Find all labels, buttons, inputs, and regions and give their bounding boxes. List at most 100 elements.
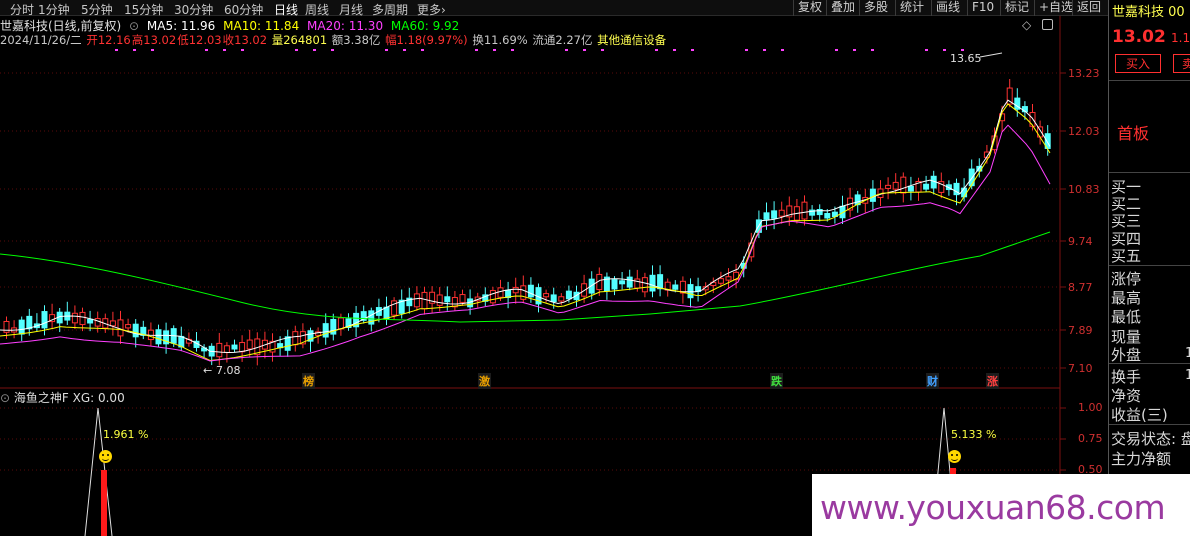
- ma10-line: [0, 103, 1051, 362]
- ma-legend: 世嘉科技(日线,前复权) ⊙ MA5: 11.96 MA10: 11.84 MA…: [0, 17, 463, 33]
- info-panel: 世嘉科技 00 13.02 1.1 买入 卖 首板 买一 买二 买三 买四 买五…: [1108, 0, 1190, 536]
- signal-dot: [961, 49, 964, 51]
- candle-body: [216, 342, 223, 358]
- candle-body: [337, 317, 344, 330]
- candle-body: [87, 318, 94, 324]
- candle-body: [231, 344, 238, 350]
- signal-dot: [673, 49, 676, 51]
- candle-body: [885, 184, 892, 189]
- candle-body: [246, 339, 253, 350]
- event-tag[interactable]: 激: [478, 373, 491, 389]
- price-tick: 12.03: [1068, 125, 1100, 138]
- board-label: 首板: [1117, 124, 1150, 143]
- buy-button[interactable]: 买入: [1115, 54, 1161, 73]
- indicator-settings-icon[interactable]: ⊙: [0, 391, 10, 405]
- candle-body: [565, 290, 572, 300]
- candle-body: [489, 290, 496, 304]
- quote-open: 开12.16: [86, 33, 131, 47]
- ma60-label: MA60: 9.92: [390, 19, 460, 33]
- quote-industry: 其他通信设备: [597, 33, 667, 47]
- candle-body: [634, 278, 641, 289]
- diamond-icon[interactable]: ◇: [1022, 18, 1031, 32]
- signal-dot: [133, 49, 136, 51]
- candle-body: [26, 315, 33, 330]
- signal-dot: [853, 49, 856, 51]
- quote-close: 收13.02: [222, 33, 268, 47]
- candle-body: [611, 279, 618, 290]
- signal-dot: [835, 49, 838, 51]
- maximize-icon[interactable]: [1042, 19, 1053, 30]
- signal-dot: [601, 49, 604, 51]
- watermark: www.youxuan68.com: [812, 474, 1190, 536]
- signal-dot: [151, 49, 154, 51]
- divider: [1109, 265, 1190, 266]
- stat-label: 交易状态: 盘: [1111, 430, 1190, 448]
- signal-dot: [943, 49, 946, 51]
- signal-dot: [403, 49, 406, 51]
- quote-range: 幅1.18(9.97%): [385, 33, 468, 47]
- indicator-header: ⊙ 海鱼之神F XG: 0.00: [0, 389, 125, 406]
- smiley-icon: [99, 450, 112, 463]
- settings-icon[interactable]: ⊙: [129, 19, 139, 33]
- signal-dot: [223, 49, 226, 51]
- high-marker: 13.65: [950, 52, 982, 65]
- candle-body: [239, 342, 246, 353]
- stat-label: 换手: [1111, 368, 1142, 386]
- candle-body: [322, 323, 329, 338]
- stat-value: 11: [1185, 368, 1190, 383]
- candle-body: [41, 311, 48, 329]
- signal-dot: [925, 49, 928, 51]
- candle-body: [550, 294, 557, 303]
- stat-label: 外盘: [1111, 346, 1142, 364]
- candle-body: [444, 296, 451, 303]
- event-tag[interactable]: 财: [926, 373, 939, 389]
- signal-dot: [565, 49, 568, 51]
- stat-label: 涨停: [1111, 270, 1142, 288]
- candle-body: [869, 188, 876, 202]
- indicator-tick: 0.75: [1078, 432, 1103, 445]
- signal-dot: [205, 49, 208, 51]
- event-tag[interactable]: 涨: [986, 373, 999, 389]
- signal-dot: [385, 49, 388, 51]
- stat-label: 主力净额: [1111, 450, 1172, 468]
- signal-dot: [871, 49, 874, 51]
- divider: [1109, 80, 1190, 81]
- candle-body: [132, 323, 139, 338]
- candle-body: [94, 318, 101, 327]
- signal-dot: [241, 49, 244, 51]
- indicator-title: 海鱼之神F XG: 0.00: [13, 391, 125, 405]
- candle-body: [155, 329, 162, 345]
- high-marker-line: [979, 52, 1003, 58]
- quote-volume: 量264801: [271, 33, 328, 47]
- stat-label: 收益(三): [1111, 406, 1168, 424]
- candle-body: [18, 319, 25, 335]
- sell-button[interactable]: 卖: [1173, 54, 1190, 73]
- candle-body: [543, 293, 550, 298]
- ma20-line: [0, 124, 1051, 362]
- watermark-text: www.youxuan68.com: [820, 488, 1166, 527]
- quote-high: 高13.02: [131, 33, 177, 47]
- candle-body: [292, 331, 299, 346]
- indicator-tick: 1.00: [1078, 401, 1103, 414]
- candle-body: [763, 212, 770, 220]
- candle-body: [626, 276, 633, 288]
- price-tick: 8.77: [1068, 281, 1093, 294]
- signal-dot: [691, 49, 694, 51]
- signal-dot: [655, 49, 658, 51]
- quote-line: 2024/11/26/二 开12.16高13.02低12.03收13.02 量2…: [0, 32, 667, 47]
- candle-body: [512, 286, 519, 294]
- candle-body: [284, 336, 291, 351]
- signal-dot: [781, 49, 784, 51]
- event-tag[interactable]: 榜: [302, 373, 315, 389]
- ma20-label: MA20: 11.30: [307, 19, 384, 33]
- candle-body: [687, 284, 694, 299]
- kline-chart[interactable]: [0, 0, 1108, 536]
- signal-dot: [331, 49, 334, 51]
- event-tag[interactable]: 跌: [770, 373, 783, 389]
- candle-body: [436, 294, 443, 306]
- panel-stock-name: 世嘉科技 00: [1112, 5, 1185, 20]
- candle-body: [907, 185, 914, 192]
- candle-body: [527, 284, 534, 298]
- signal-dot: [763, 49, 766, 51]
- candle-body: [71, 312, 78, 324]
